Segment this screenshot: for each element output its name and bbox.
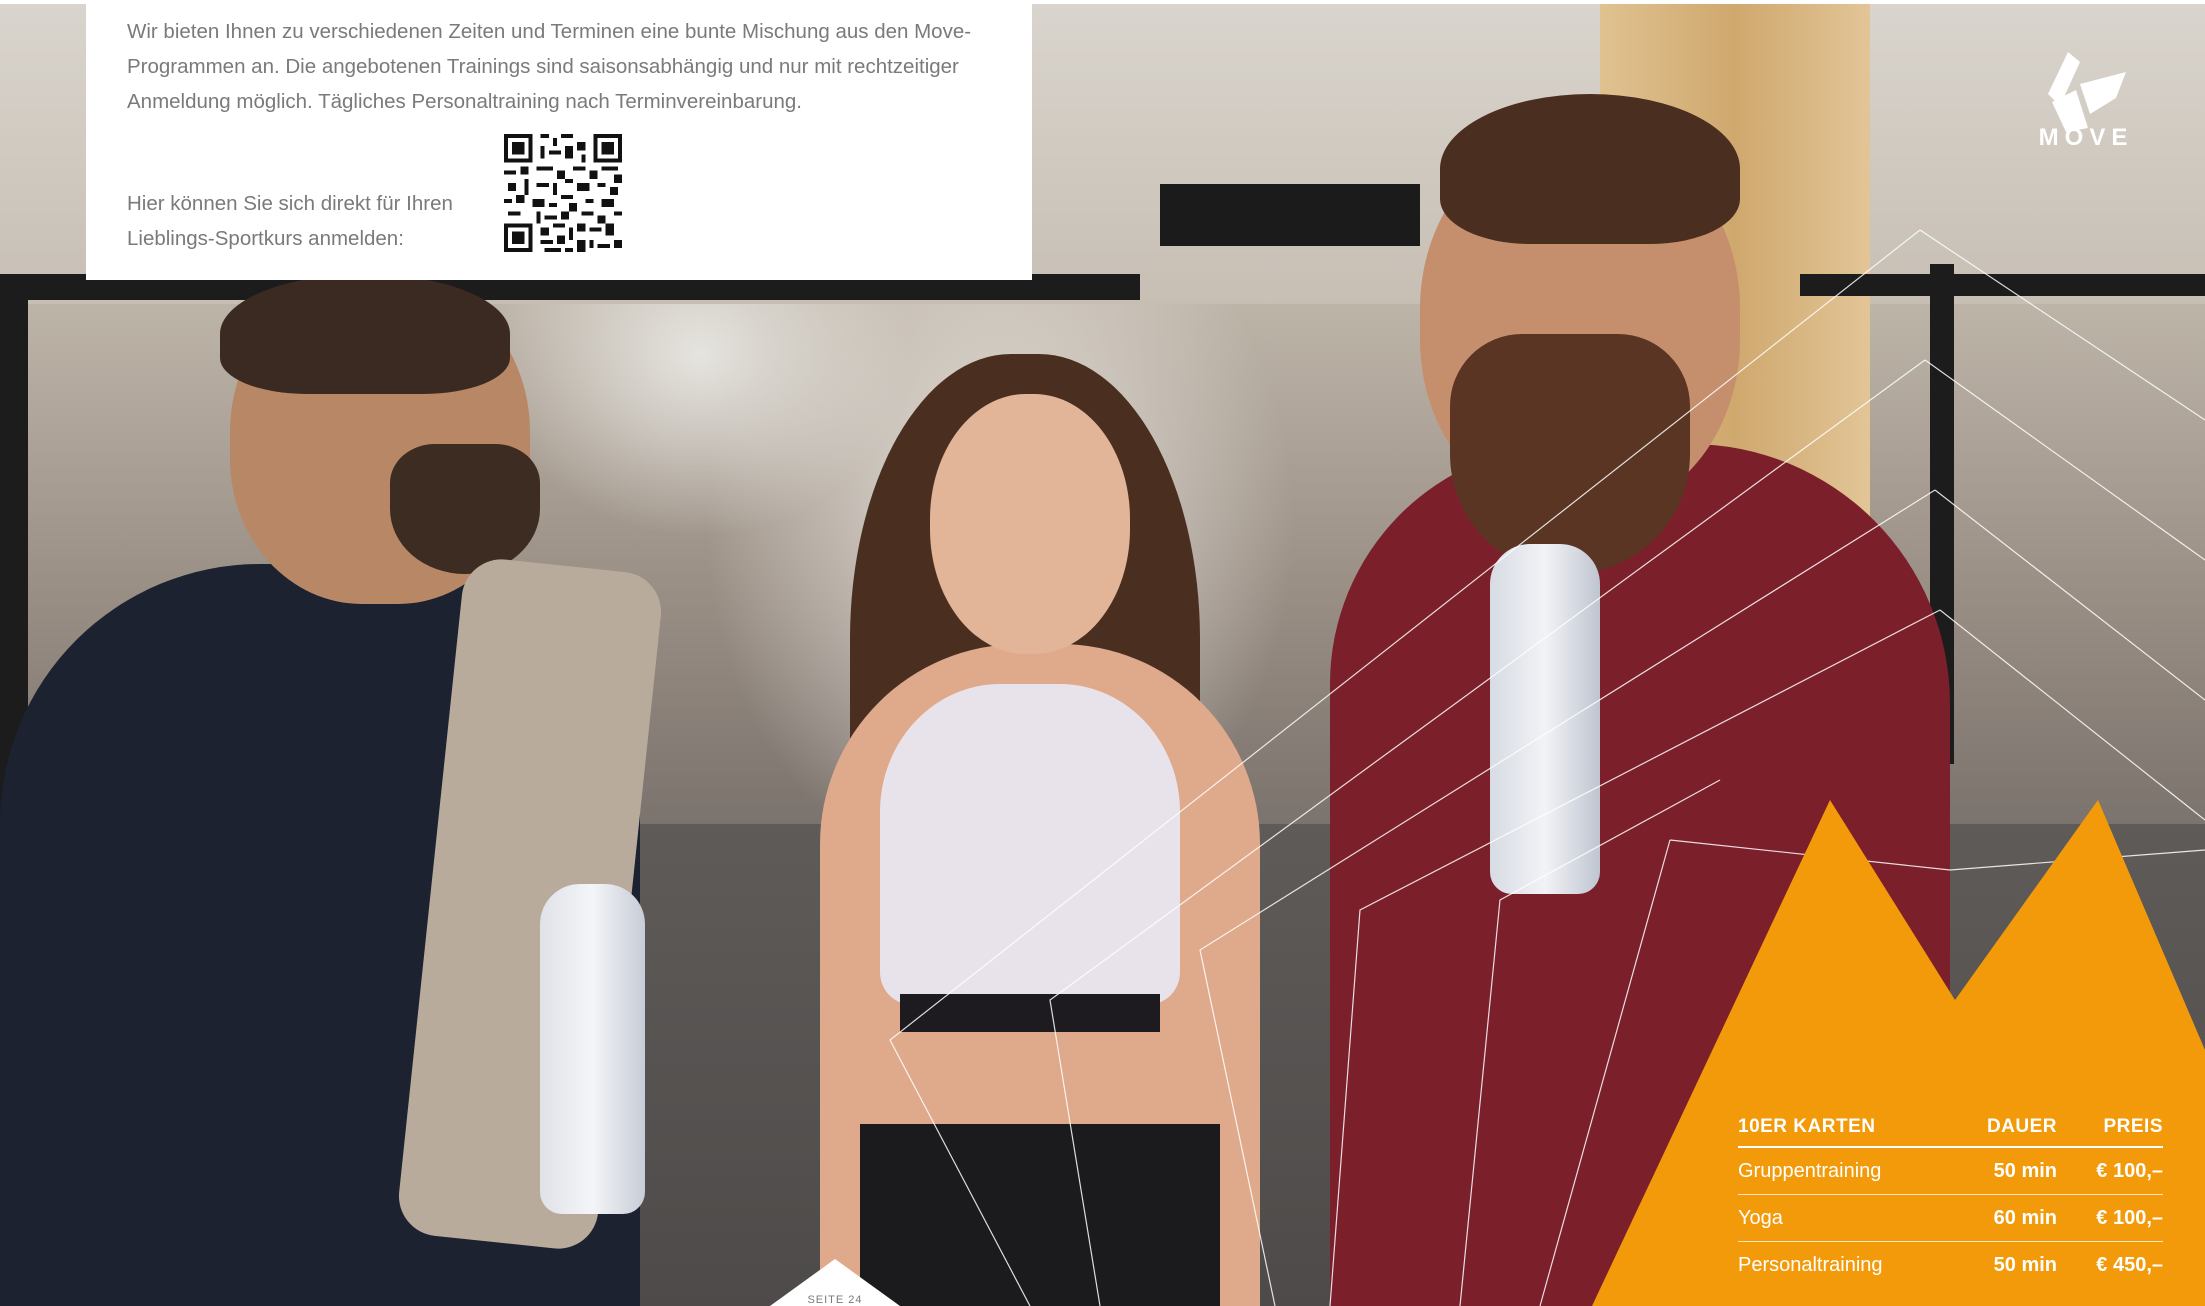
page-number: SEITE 24 [807,1294,863,1306]
info-box: Wir bieten Ihnen zu verschiedenen Zeiten… [86,4,1032,280]
row-name: Personaltraining [1738,1253,1883,1276]
row-price: € 100,– [2096,1159,2163,1182]
qr-code-icon[interactable] [504,134,622,252]
row-duration: 60 min [1993,1206,2057,1229]
header-price: PREIS [2103,1116,2163,1137]
price-table: 10ER KARTEN DAUER PREIS Gruppentraining … [1738,1108,2163,1288]
price-row-gruppentraining: Gruppentraining 50 min € 100,– [1738,1148,2163,1195]
price-row-personaltraining: Personaltraining 50 min € 450,– [1738,1242,2163,1288]
price-row-yoga: Yoga 60 min € 100,– [1738,1195,2163,1242]
row-name: Gruppentraining [1738,1159,1882,1182]
header-cards: 10ER KARTEN [1738,1116,1876,1137]
logo-text: MOVE [2038,124,2134,151]
row-duration: 50 min [1993,1159,2057,1182]
header-duration: DAUER [1986,1116,2057,1137]
row-name: Yoga [1738,1206,1783,1229]
row-price: € 450,– [2096,1253,2163,1276]
row-price: € 100,– [2096,1206,2163,1229]
intro-text: Wir bieten Ihnen zu verschiedenen Zeiten… [127,20,972,113]
price-table-header: 10ER KARTEN DAUER PREIS [1738,1108,2163,1148]
row-duration: 50 min [1993,1253,2057,1276]
signup-text: Hier können Sie sich direkt für Ihren Li… [127,192,453,250]
